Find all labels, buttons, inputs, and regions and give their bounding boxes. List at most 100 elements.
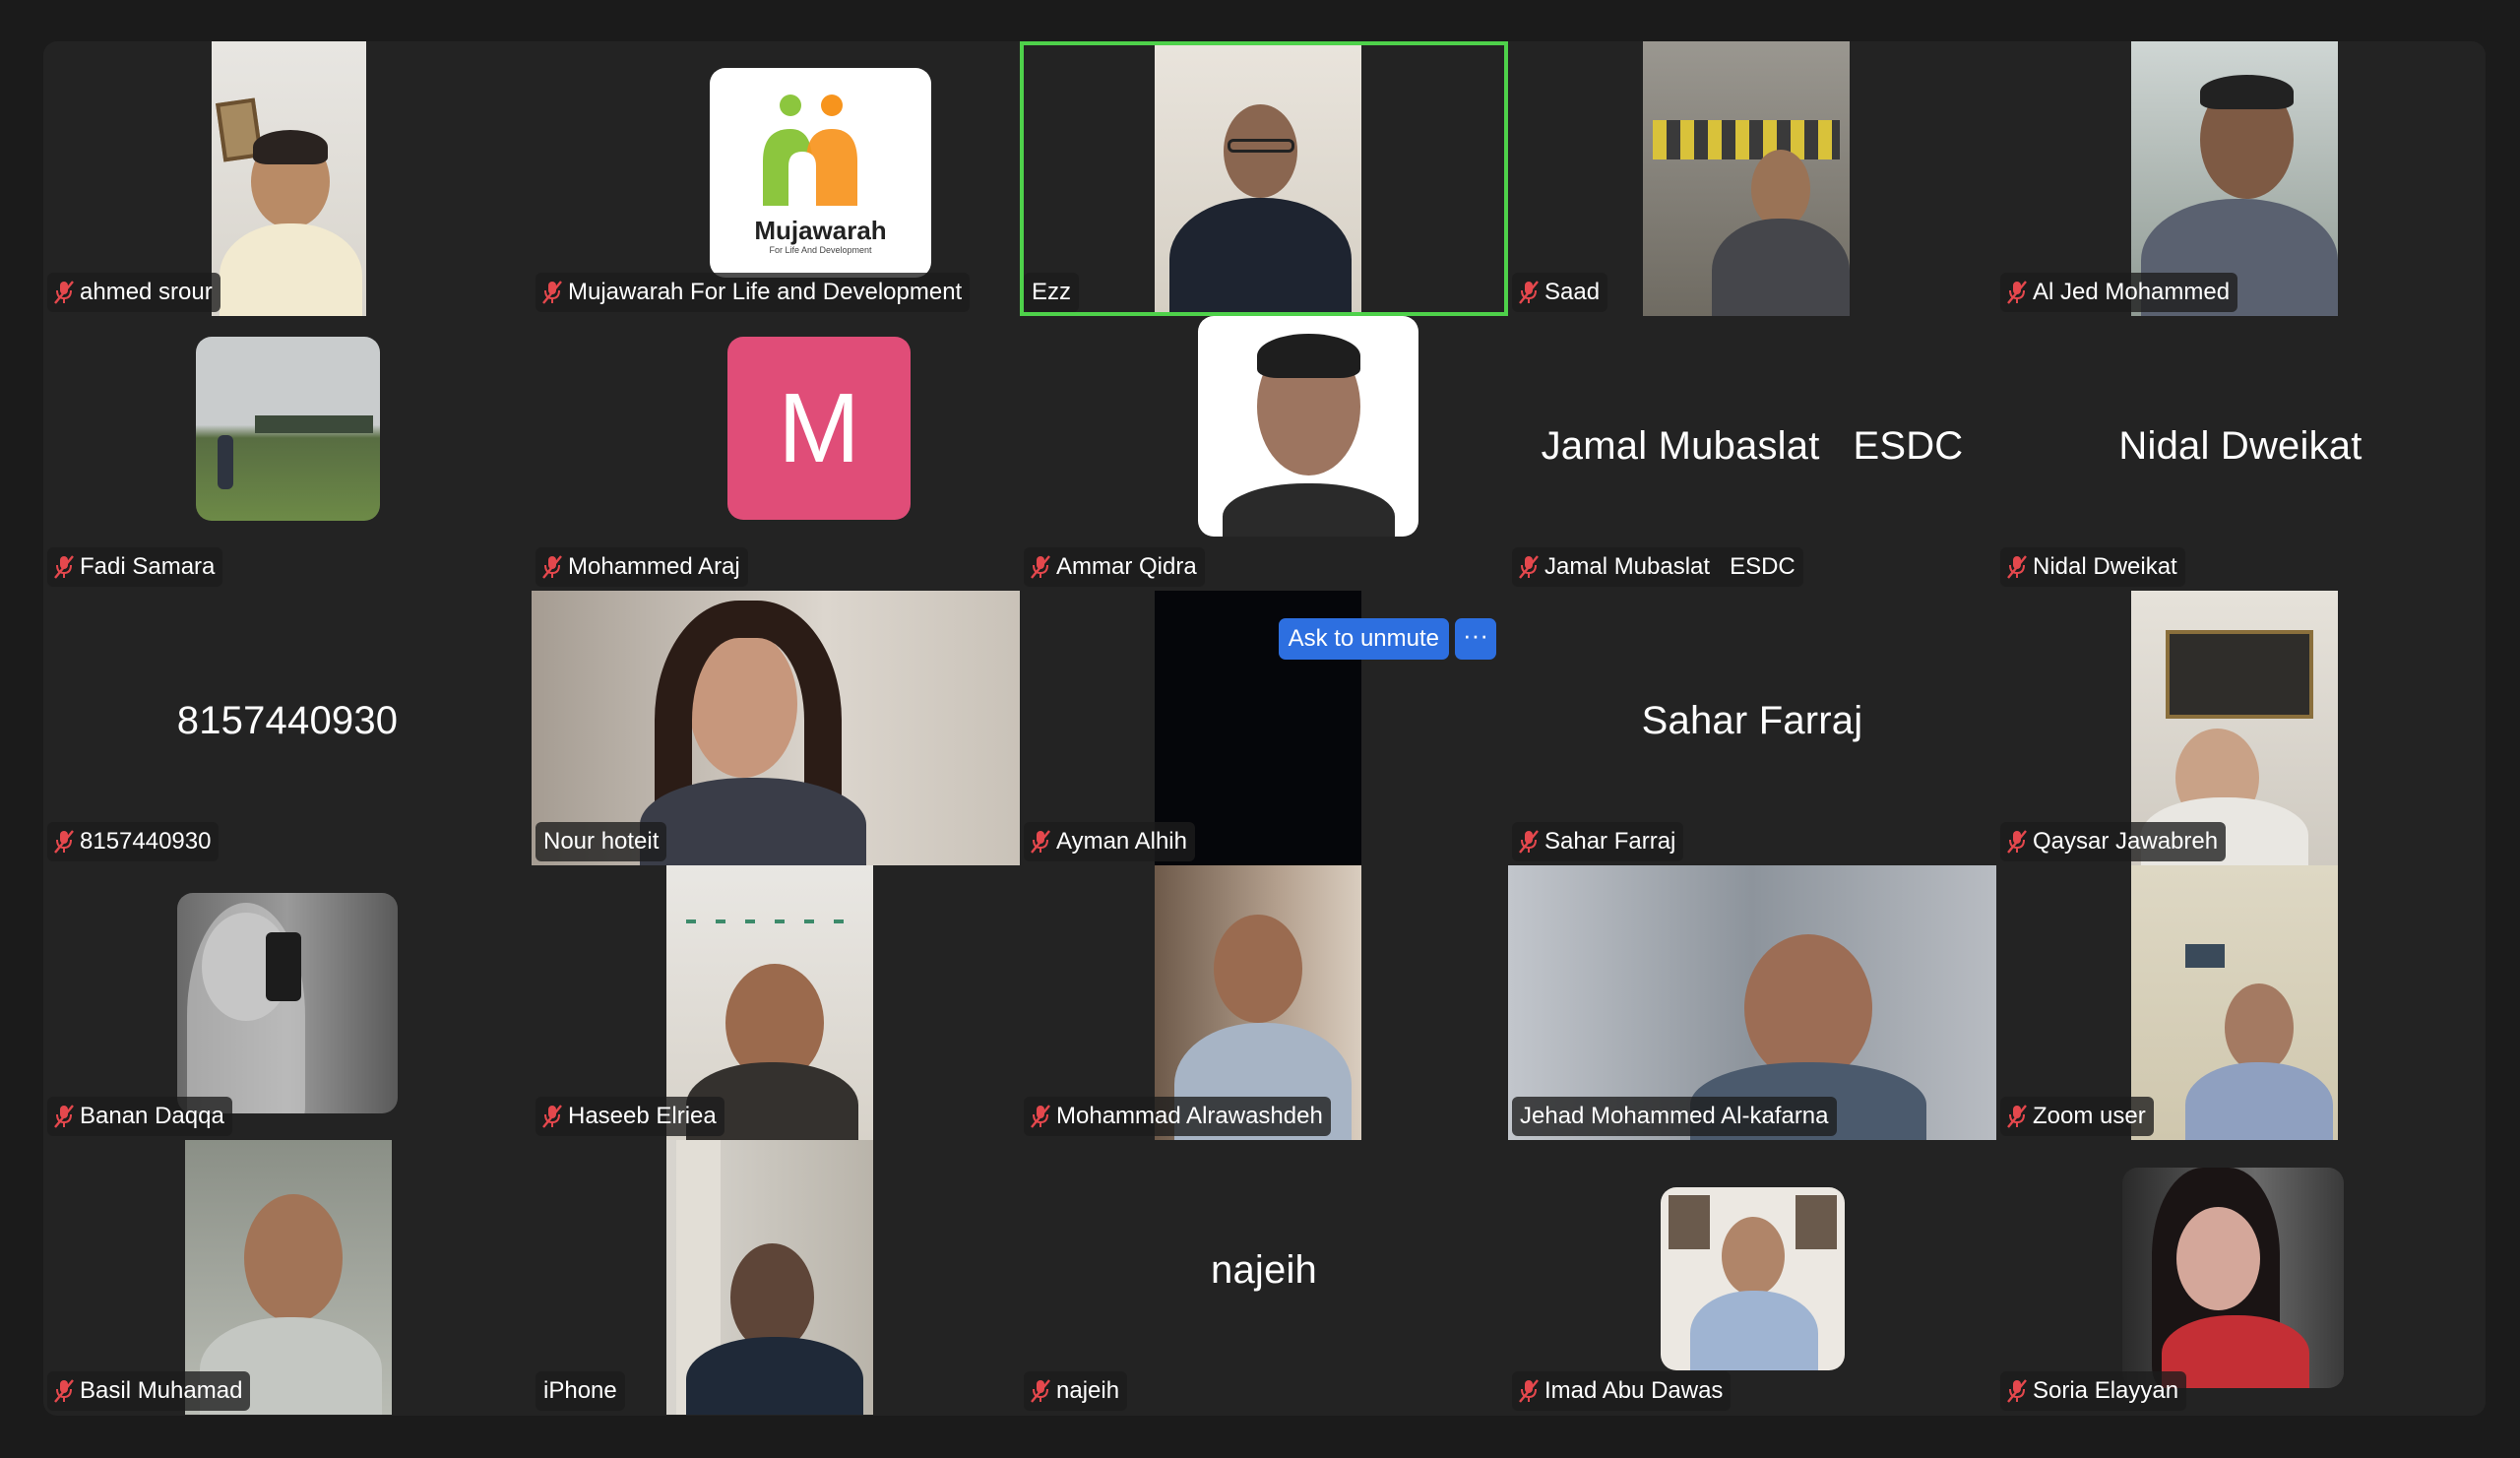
participant-name-label: 8157440930 [47, 822, 220, 861]
participant-avatar-photo [177, 893, 398, 1113]
mic-muted-icon [2006, 1378, 2028, 1404]
participant-name-label: Ezz [1024, 273, 1080, 312]
participant-name-label: Mujawarah For Life and Development [536, 273, 971, 312]
participant-avatar-photo [2122, 1168, 2344, 1388]
more-options-button[interactable]: ··· [1455, 618, 1496, 660]
participant-avatar-photo [1198, 316, 1418, 537]
participant-tile[interactable]: Basil Muhamad [43, 1140, 532, 1415]
mic-muted-icon [1030, 829, 1051, 855]
participant-tile[interactable]: Zoom user [1996, 865, 2485, 1140]
participant-name: Imad Abu Dawas [1544, 1377, 1724, 1404]
participant-tile[interactable]: Banan Daqqa [43, 865, 532, 1140]
participant-name: Nour hoteit [543, 828, 660, 855]
participant-tile[interactable]: Sahar Farraj Sahar Farraj [1508, 591, 1996, 865]
mic-muted-icon [2006, 829, 2028, 855]
participant-name: Soria Elayyan [2033, 1377, 2179, 1404]
participant-name-label: Nour hoteit [536, 822, 667, 861]
participant-name-label: Soria Elayyan [2000, 1371, 2187, 1411]
mic-muted-icon [2006, 554, 2028, 580]
participant-initial-avatar: M [727, 337, 911, 520]
participant-name-label: Haseeb Elriea [536, 1097, 724, 1136]
logo-title: Mujawarah [754, 216, 887, 245]
participant-name: Sahar Farraj [1544, 828, 1676, 855]
participant-tile[interactable]: 8157440930 8157440930 [43, 591, 532, 865]
participant-tile[interactable]: Saad [1508, 41, 1996, 316]
participant-name-label: Al Jed Mohammed [2000, 273, 2238, 312]
participant-name-label: Mohammad Alrawashdeh [1024, 1097, 1331, 1136]
participant-name: Mujawarah For Life and Development [568, 279, 963, 305]
participant-name: Mohammad Alrawashdeh [1056, 1103, 1323, 1129]
participant-name: Nidal Dweikat [2033, 553, 2177, 580]
participant-tile[interactable]: Mohammad Alrawashdeh [1020, 865, 1508, 1140]
mic-muted-icon [1518, 1378, 1540, 1404]
participant-name-label: Banan Daqqa [47, 1097, 232, 1136]
participant-tile[interactable]: Ammar Qidra [1020, 316, 1508, 591]
participant-name-label: Sahar Farraj [1512, 822, 1684, 861]
participant-tile[interactable]: Ask to unmute ··· Ayman Alhih [1020, 591, 1508, 865]
mic-muted-icon [53, 1104, 75, 1129]
participant-tile[interactable]: Mujawarah For Life And Development Mujaw… [532, 41, 1020, 316]
participant-name-label: Zoom user [2000, 1097, 2154, 1136]
participant-tile[interactable]: Fadi Samara [43, 316, 532, 591]
participant-name-label: Basil Muhamad [47, 1371, 251, 1411]
gallery-view: ahmed srour Mujawarah For Life And Devel… [43, 41, 2486, 1416]
participant-tile[interactable]: Soria Elayyan [1996, 1140, 2485, 1415]
participant-tile[interactable]: M Mohammed Araj [532, 316, 1020, 591]
participant-name-label: Nidal Dweikat [2000, 547, 2185, 587]
mic-muted-icon [1518, 829, 1540, 855]
participant-name: Basil Muhamad [80, 1377, 243, 1404]
participant-tile[interactable]: najeih najeih [1020, 1140, 1508, 1415]
participant-tile[interactable]: Qaysar Jawabreh [1996, 591, 2485, 865]
participant-display-name: Jamal Mubaslat ESDC [1541, 424, 1964, 468]
participant-name-label: iPhone [536, 1371, 625, 1411]
participant-name: Jehad Mohammed Al-kafarna [1520, 1103, 1829, 1129]
ask-to-unmute-button[interactable]: Ask to unmute [1278, 618, 1449, 660]
logo-tagline: For Life And Development [769, 245, 872, 255]
participant-name-label: Ammar Qidra [1024, 547, 1205, 587]
participant-avatar-photo [1661, 1187, 1845, 1370]
participant-avatar-photo [196, 337, 380, 521]
participant-display-name: 8157440930 [176, 699, 399, 742]
participant-name-label: Ayman Alhih [1024, 822, 1195, 861]
mic-muted-icon [53, 280, 75, 305]
mic-muted-icon [541, 1104, 563, 1129]
participant-display-name: Sahar Farraj [1641, 699, 1863, 742]
participant-name-label: Mohammed Araj [536, 547, 748, 587]
participant-tile[interactable]: Nour hoteit [532, 591, 1020, 865]
participant-tile[interactable]: Jehad Mohammed Al-kafarna [1508, 865, 1996, 1140]
mic-muted-icon [53, 1378, 75, 1404]
participant-name: Ammar Qidra [1056, 553, 1197, 580]
participant-tile[interactable]: Al Jed Mohammed [1996, 41, 2485, 316]
mic-muted-icon [541, 554, 563, 580]
participant-display-name: Nidal Dweikat [2118, 424, 2362, 468]
participant-tile[interactable]: Imad Abu Dawas [1508, 1140, 1996, 1415]
participant-name: Mohammed Araj [568, 553, 740, 580]
participant-tile[interactable]: Haseeb Elriea [532, 865, 1020, 1140]
mic-muted-icon [1030, 1104, 1051, 1129]
mic-muted-icon [1030, 554, 1051, 580]
participant-name-label: najeih [1024, 1371, 1128, 1411]
participant-video [1155, 45, 1361, 312]
participant-tile[interactable]: Jamal Mubaslat ESDC Jamal Mubaslat ESDC [1508, 316, 1996, 591]
participant-video [212, 41, 366, 316]
participant-name: Al Jed Mohammed [2033, 279, 2231, 305]
participant-video [1643, 41, 1850, 316]
mic-muted-icon [2006, 1104, 2028, 1129]
participant-name-label: Saad [1512, 273, 1608, 312]
participant-name: Jamal Mubaslat ESDC [1544, 553, 1796, 580]
participant-name-label: Jehad Mohammed Al-kafarna [1512, 1097, 1837, 1136]
participant-name: Qaysar Jawabreh [2033, 828, 2219, 855]
participant-tile[interactable]: iPhone [532, 1140, 1020, 1415]
participant-name: Banan Daqqa [80, 1103, 224, 1129]
participant-name: 8157440930 [80, 828, 212, 855]
participant-tile[interactable]: ahmed srour [43, 41, 532, 316]
participant-name: Haseeb Elriea [568, 1103, 717, 1129]
participant-name: najeih [1056, 1377, 1120, 1404]
participant-tile[interactable]: Nidal Dweikat Nidal Dweikat [1996, 316, 2485, 591]
mic-muted-icon [2006, 280, 2028, 305]
participant-display-name: najeih [1211, 1248, 1317, 1292]
participant-tile-active-speaker[interactable]: Ezz [1020, 41, 1508, 316]
participant-video [666, 1140, 873, 1415]
mic-muted-icon [1030, 1378, 1051, 1404]
mic-muted-icon [53, 554, 75, 580]
